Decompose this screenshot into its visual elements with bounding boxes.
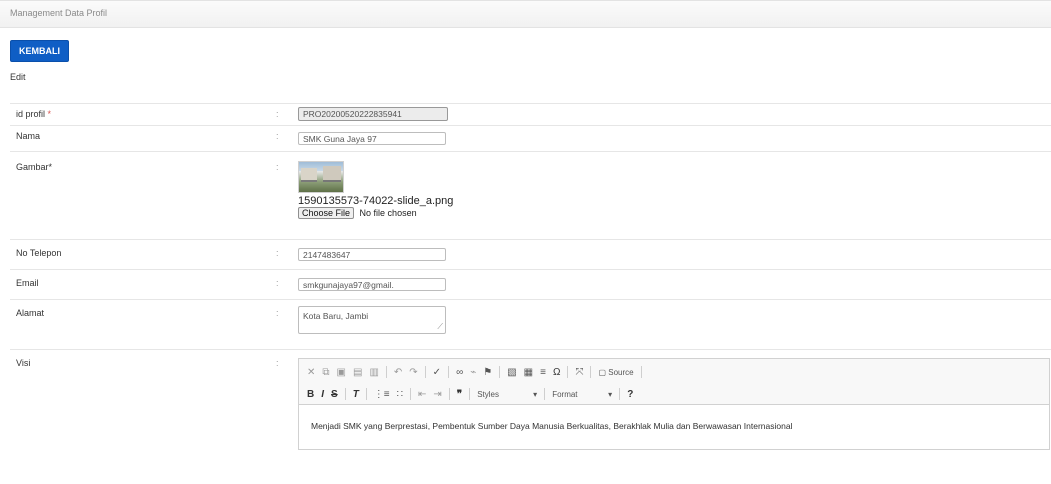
numbered-list-icon[interactable]: ⋮≡	[374, 389, 390, 400]
label-visi: Visi	[16, 358, 31, 368]
bold-button[interactable]: B	[307, 389, 314, 400]
colon: :	[276, 131, 279, 141]
outdent-icon[interactable]: ⇤	[418, 389, 426, 400]
toolbar: KEMBALI Edit	[0, 28, 1051, 90]
resize-grip-icon[interactable]: ⟋	[437, 322, 443, 332]
back-button[interactable]: KEMBALI	[10, 40, 69, 62]
row-gambar: Gambar* : 1590135573-74022-slide_a.png C…	[10, 151, 1051, 239]
label-gambar: Gambar*	[16, 162, 53, 172]
row-alamat: Alamat : Kota Baru, Jambi ⟋	[10, 299, 1051, 349]
paste-icon[interactable]: ▣	[337, 367, 346, 378]
chevron-down-icon: ▾	[533, 389, 538, 399]
editor-toolbar: ✕ ⧉ ▣ ▤ ▥ ↶ ↷ ✓ ∞ ⌁ ⚑ ▧ ▦ ≡ Ω ⤧ ▢ Source…	[299, 359, 1049, 405]
image-filename: 1590135573-74022-slide_a.png	[298, 195, 454, 207]
alamat-textarea[interactable]: Kota Baru, Jambi ⟋	[298, 306, 446, 334]
source-icon: ▢	[598, 367, 606, 377]
spellcheck-icon[interactable]: ✓	[433, 367, 441, 378]
section-title: Edit	[10, 72, 26, 82]
table-icon[interactable]: ▦	[524, 367, 533, 378]
help-button[interactable]: ?	[627, 389, 633, 400]
row-visi: Visi : ✕ ⧉ ▣ ▤ ▥ ↶ ↷ ✓ ∞ ⌁ ⚑ ▧ ▦ ≡ Ω ⤧ ▢…	[10, 349, 1051, 459]
choose-file-button[interactable]: Choose File	[298, 207, 355, 219]
colon: :	[276, 358, 279, 368]
blockquote-icon[interactable]: ❞	[457, 389, 462, 400]
colon: :	[276, 308, 279, 318]
remove-format-icon[interactable]: T	[353, 389, 359, 400]
page-header: Management Data Profil	[0, 0, 1051, 28]
row-id-profil: id profil * : PRO20200520222835941	[10, 103, 1051, 125]
styles-dropdown[interactable]: Styles ▾	[477, 390, 537, 399]
strike-button[interactable]: S	[331, 389, 338, 400]
paste-word-icon[interactable]: ▥	[369, 367, 378, 378]
undo-icon[interactable]: ↶	[394, 367, 402, 378]
colon: :	[276, 162, 279, 172]
anchor-icon[interactable]: ⚑	[483, 367, 492, 378]
hr-icon[interactable]: ≡	[540, 367, 546, 378]
no-file-text: No file chosen	[359, 208, 417, 218]
chevron-down-icon: ▾	[608, 389, 613, 399]
paste-text-icon[interactable]: ▤	[353, 367, 362, 378]
email-input[interactable]: smkgunajaya97@gmail.	[298, 278, 446, 291]
colon: :	[276, 109, 279, 119]
label-telepon: No Telepon	[16, 248, 62, 258]
italic-button[interactable]: I	[321, 389, 324, 400]
required-mark: *	[47, 109, 52, 119]
label-alamat: Alamat	[16, 308, 45, 318]
cut-icon[interactable]: ✕	[307, 367, 315, 378]
image-icon[interactable]: ▧	[507, 367, 516, 378]
editor-content[interactable]: Menjadi SMK yang Berprestasi, Pembentuk …	[299, 405, 1049, 447]
label-nama: Nama	[16, 131, 41, 141]
maximize-icon[interactable]: ⤧	[575, 367, 583, 378]
alamat-text: Kota Baru, Jambi	[303, 311, 369, 321]
link-icon[interactable]: ∞	[456, 367, 463, 378]
row-email: Email : smkgunajaya97@gmail.	[10, 269, 1051, 299]
copy-icon[interactable]: ⧉	[322, 367, 329, 378]
colon: :	[276, 278, 279, 288]
label-email: Email	[16, 278, 39, 288]
format-dropdown[interactable]: Format ▾	[552, 390, 612, 399]
id-profil-input[interactable]: PRO20200520222835941	[298, 107, 448, 121]
row-nama: Nama : SMK Guna Jaya 97	[10, 125, 1051, 151]
page-title: Management Data Profil	[10, 8, 108, 18]
row-telepon: No Telepon : 2147483647	[10, 239, 1051, 269]
profile-image-thumbnail	[298, 161, 344, 193]
redo-icon[interactable]: ↷	[409, 367, 417, 378]
profile-form: id profil * : PRO20200520222835941 Nama …	[10, 103, 1051, 459]
nama-input[interactable]: SMK Guna Jaya 97	[298, 132, 446, 145]
telepon-input[interactable]: 2147483647	[298, 248, 446, 261]
colon: :	[276, 248, 279, 258]
bulleted-list-icon[interactable]: ∷	[397, 389, 403, 400]
indent-icon[interactable]: ⇥	[433, 389, 441, 400]
visi-rich-text-editor: ✕ ⧉ ▣ ▤ ▥ ↶ ↷ ✓ ∞ ⌁ ⚑ ▧ ▦ ≡ Ω ⤧ ▢ Source…	[298, 358, 1050, 450]
unlink-icon[interactable]: ⌁	[470, 367, 476, 378]
special-char-icon[interactable]: Ω	[553, 367, 560, 378]
label-id-profil: id profil	[16, 109, 46, 119]
source-button[interactable]: ▢ Source	[598, 368, 633, 377]
